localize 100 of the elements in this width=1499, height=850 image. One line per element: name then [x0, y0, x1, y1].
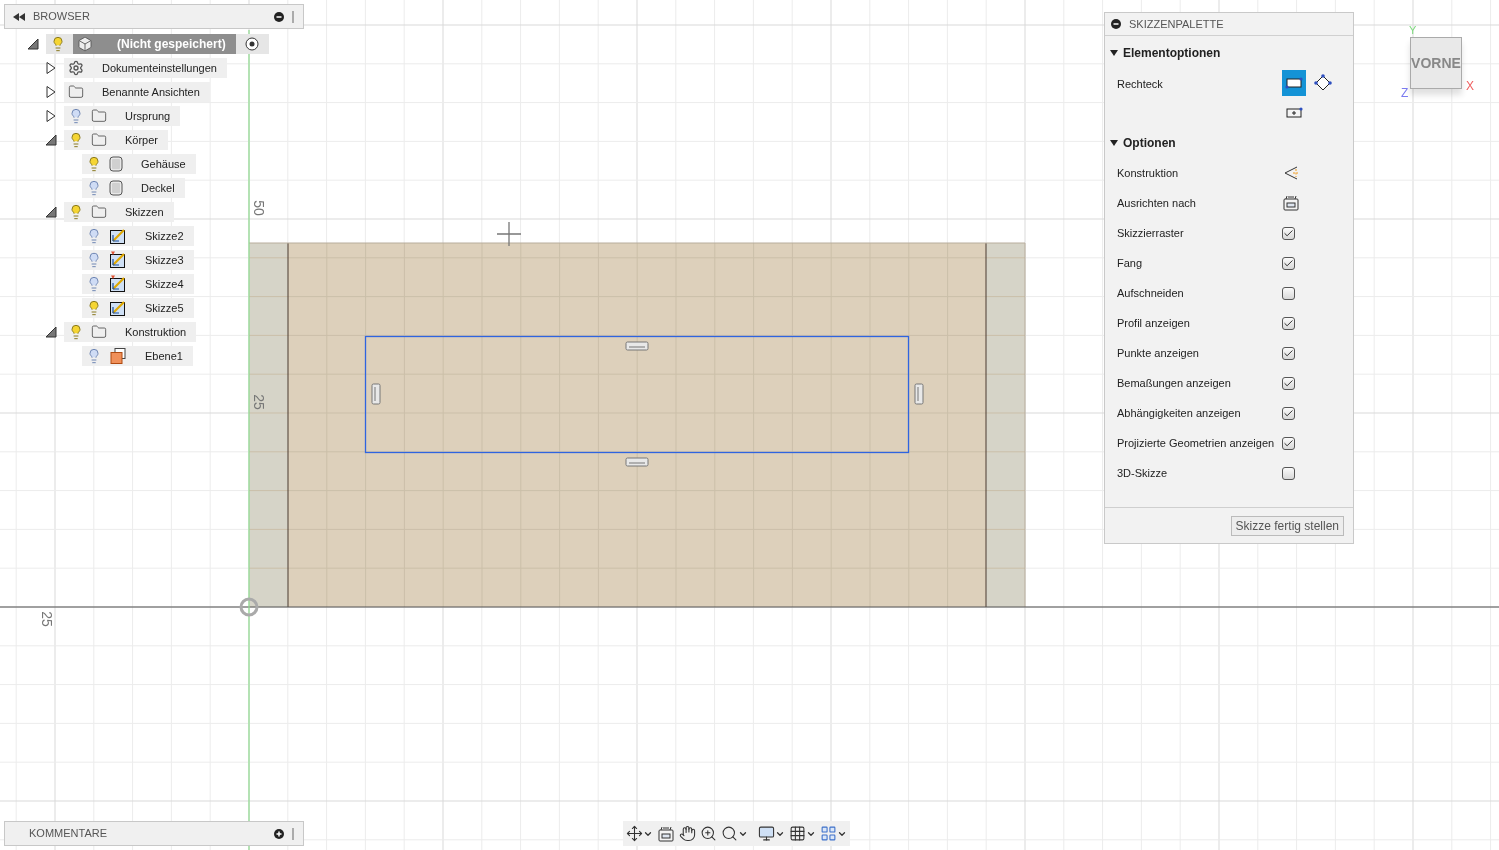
rectangle-tool-icon[interactable]: [1282, 70, 1306, 96]
look-at-icon[interactable]: [657, 824, 675, 843]
option-label: Bemaßungen anzeigen: [1117, 375, 1232, 391]
lightbulb-icon[interactable]: [68, 108, 84, 124]
lightbulb-icon[interactable]: [86, 228, 102, 244]
collapsed-triangle-icon[interactable]: [44, 109, 58, 123]
tree-item[interactable]: Dokumenteinstellungen: [64, 58, 227, 78]
lightbulb-icon[interactable]: [86, 156, 102, 172]
tree-item-label: Skizze4: [144, 276, 184, 292]
lightbulb-icon[interactable]: [68, 324, 84, 340]
tree-item[interactable]: Skizze2: [82, 226, 194, 246]
expanded-triangle-icon[interactable]: [44, 133, 58, 147]
lightbulb-icon[interactable]: [86, 276, 102, 292]
tree-item-label: Skizze5: [144, 300, 184, 316]
cube-icon: [77, 36, 93, 52]
plane-icon: [109, 347, 127, 365]
tree-item[interactable]: Gehäuse: [82, 154, 196, 174]
option-label: Konstruktion: [1117, 165, 1180, 181]
checkbox[interactable]: [1282, 436, 1295, 450]
section-toggle-icon[interactable]: [1109, 138, 1119, 148]
tree-item-label: Benannte Ansichten: [101, 84, 200, 100]
tree-item[interactable]: Benannte Ansichten: [64, 82, 210, 102]
tree-item[interactable]: Ebene1: [82, 346, 193, 366]
zoom-icon[interactable]: [700, 825, 717, 842]
folder-icon: [91, 132, 107, 148]
tree-item-label: Skizzen: [124, 204, 164, 220]
tree-item[interactable]: Körper: [64, 130, 169, 150]
tree-item-label: Dokumenteinstellungen: [101, 60, 217, 76]
grid-icon[interactable]: [789, 825, 806, 842]
dimension-label: 25: [251, 394, 268, 410]
checkbox[interactable]: [1282, 226, 1295, 240]
lightbulb-icon[interactable]: [86, 252, 102, 268]
option-label: Aufschneiden: [1117, 285, 1185, 301]
crosshair-cursor-icon: [496, 221, 522, 247]
expanded-triangle-icon[interactable]: [26, 37, 40, 51]
option-label: Punkte anzeigen: [1117, 345, 1200, 361]
tree-item-label: Ursprung: [124, 108, 171, 124]
dimension-label: 50: [251, 200, 268, 216]
tree-item[interactable]: Ursprung: [64, 106, 181, 126]
tree-item-label: Skizze3: [144, 252, 184, 268]
lightbulb-icon[interactable]: [86, 180, 102, 196]
checkbox[interactable]: [1282, 316, 1295, 330]
checkbox[interactable]: [1282, 286, 1295, 300]
lightbulb-icon[interactable]: [68, 132, 84, 148]
radio-dot-icon[interactable]: [244, 37, 259, 51]
tree-item[interactable]: Konstruktion: [64, 322, 197, 342]
option-label: Ausrichten nach: [1117, 195, 1197, 211]
tree-item-label: Deckel: [140, 180, 175, 196]
expanded-triangle-icon[interactable]: [44, 325, 58, 339]
finish-sketch-button[interactable]: Skizze fertig stellen: [1230, 515, 1344, 536]
section-title: Elementoptionen: [1123, 45, 1221, 62]
checkbox[interactable]: [1282, 466, 1295, 480]
folder-icon: [91, 324, 107, 340]
construction-icon[interactable]: [1282, 164, 1300, 182]
checkbox[interactable]: [1282, 256, 1295, 270]
axis-label: Y: [1409, 23, 1417, 38]
display-icon[interactable]: [758, 825, 775, 842]
option-label: 3D-Skizze: [1117, 465, 1169, 481]
look-at-icon[interactable]: [1282, 194, 1300, 212]
collapsed-triangle-icon[interactable]: [44, 61, 58, 75]
fit-icon[interactable]: [721, 825, 738, 842]
axis-label: Z: [1401, 85, 1409, 102]
collapsed-triangle-icon[interactable]: [44, 85, 58, 99]
orbit-icon[interactable]: [626, 825, 643, 842]
drag-handle-icon[interactable]: [292, 827, 295, 840]
body-icon: [109, 156, 123, 172]
tree-item[interactable]: Skizze3: [82, 250, 194, 270]
tree-item[interactable]: Skizzen: [64, 202, 174, 222]
folder-icon: [68, 84, 84, 100]
tree-item-label: Gehäuse: [140, 156, 186, 172]
lightbulb-icon[interactable]: [50, 36, 66, 52]
option-label: Projizierte Geometrien anzeigen: [1117, 435, 1276, 451]
tree-item-label: Skizze2: [144, 228, 184, 244]
option-label: Fang: [1117, 255, 1144, 271]
panel-title: SKIZZENPALETTE: [1129, 16, 1224, 32]
minimize-icon[interactable]: [274, 11, 284, 22]
tree-item-label: Ebene1: [144, 348, 183, 364]
add-icon[interactable]: [274, 828, 284, 839]
expanded-triangle-icon[interactable]: [44, 205, 58, 219]
lightbulb-icon[interactable]: [68, 204, 84, 220]
checkbox[interactable]: [1282, 406, 1295, 420]
pan-icon[interactable]: [679, 825, 696, 842]
drag-handle-icon[interactable]: [292, 10, 295, 23]
option-label: Profil anzeigen: [1117, 315, 1191, 331]
checkbox[interactable]: [1282, 346, 1295, 360]
checkbox[interactable]: [1282, 376, 1295, 390]
lightbulb-icon[interactable]: [86, 348, 102, 364]
section-toggle-icon[interactable]: [1109, 48, 1119, 58]
option-label: Abhängigkeiten anzeigen: [1117, 405, 1242, 421]
axis-label: X: [1466, 78, 1474, 95]
tree-item[interactable]: Deckel: [82, 178, 185, 198]
tree-item[interactable]: Skizze4: [82, 274, 194, 294]
lightbulb-icon[interactable]: [86, 300, 102, 316]
section-title: Optionen: [1123, 135, 1176, 152]
tree-item[interactable]: Skizze5: [82, 298, 194, 318]
collapse-arrows-icon[interactable]: [13, 12, 25, 21]
collapse-icon[interactable]: [1111, 19, 1121, 29]
tree-item-label: (Nicht gespeichert): [116, 36, 226, 53]
panel-title: KOMMENTARE: [29, 826, 109, 842]
origin-point-icon[interactable]: [239, 597, 259, 617]
